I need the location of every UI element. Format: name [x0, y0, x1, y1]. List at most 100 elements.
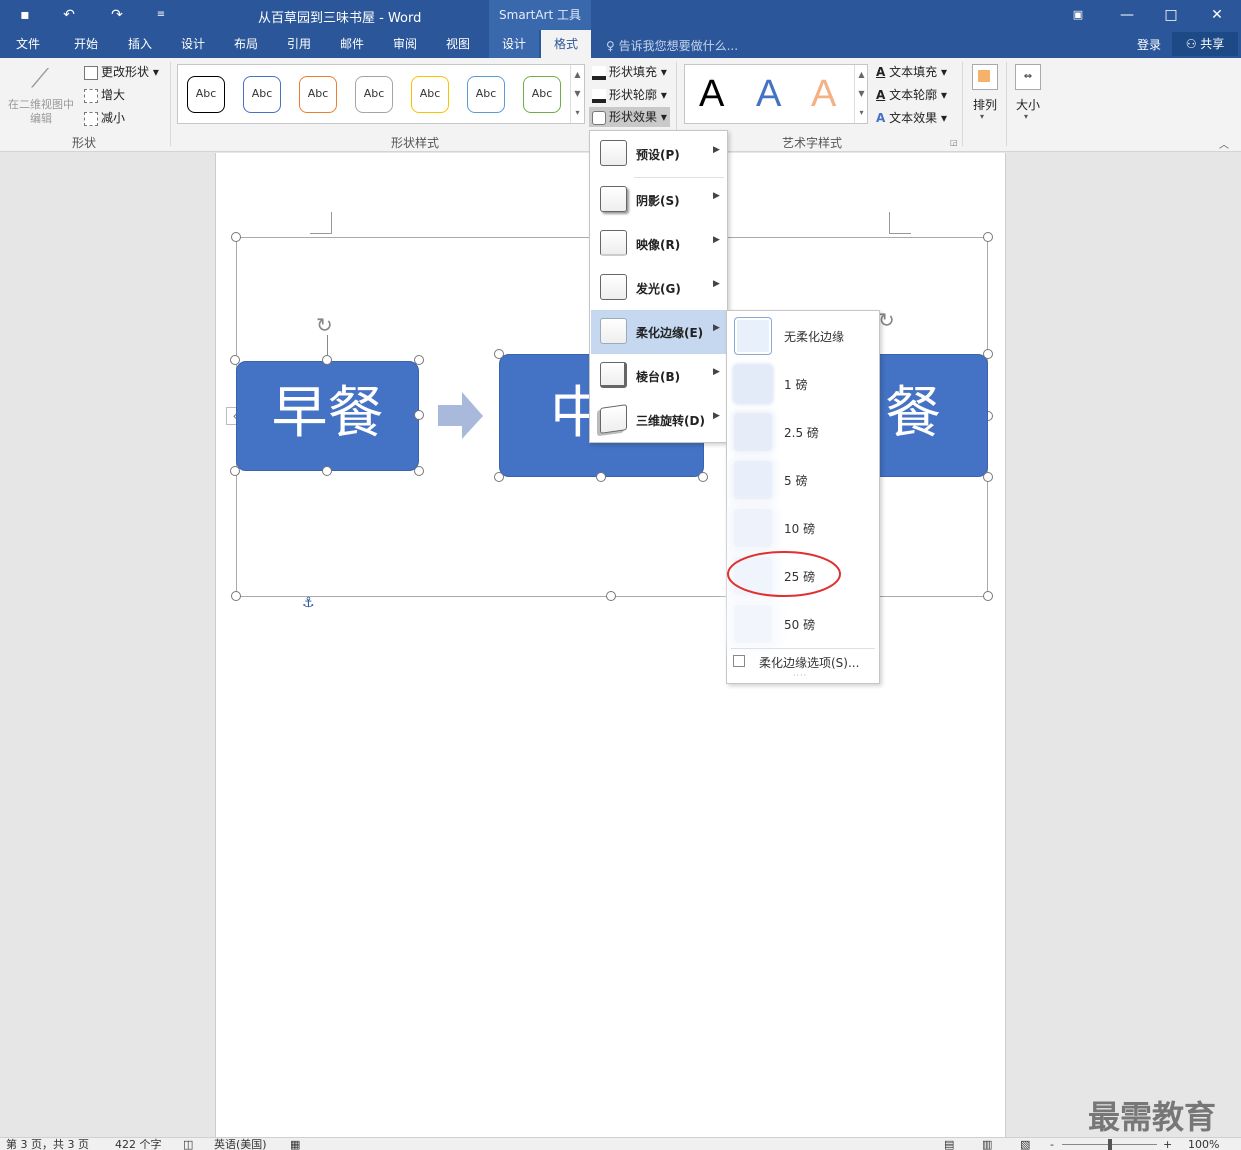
- smaller-button[interactable]: 减小: [84, 108, 125, 128]
- text-outline-button[interactable]: A 文本轮廓 ▾: [876, 85, 947, 105]
- word-count[interactable]: 422 个字: [115, 1138, 162, 1150]
- rotate-handle-icon[interactable]: ↻: [878, 308, 895, 332]
- print-layout-icon[interactable]: ▥: [982, 1138, 992, 1150]
- resize-handle[interactable]: [983, 591, 993, 601]
- wordart-sample[interactable]: A: [756, 73, 781, 116]
- soft-edge-50pt[interactable]: 50 磅: [728, 600, 878, 648]
- tell-me-search[interactable]: ♀ 告诉我您想要做什么...: [606, 37, 738, 54]
- resize-handle[interactable]: [231, 232, 241, 242]
- rotate-handle-icon[interactable]: ↻: [316, 313, 333, 337]
- zoom-slider-thumb[interactable]: [1108, 1139, 1112, 1150]
- scroll-down-icon[interactable]: ▼: [855, 84, 868, 103]
- menu-item-soft-edges[interactable]: 柔化边缘(E) ▶: [591, 310, 727, 354]
- text-effects-button[interactable]: A 文本效果 ▾: [876, 108, 947, 128]
- shape-outline-button[interactable]: 形状轮廓 ▾: [592, 85, 667, 105]
- shape-handle[interactable]: [414, 410, 424, 420]
- tab-review[interactable]: 审阅: [381, 30, 429, 58]
- tab-smartart-design[interactable]: 设计: [489, 30, 539, 58]
- smartart-box-breakfast[interactable]: 早餐: [236, 361, 419, 471]
- tab-view[interactable]: 视图: [434, 30, 482, 58]
- shape-style-swatch[interactable]: Abc: [355, 76, 393, 113]
- shape-handle[interactable]: [322, 466, 332, 476]
- soft-edge-none[interactable]: 无柔化边缘: [728, 312, 878, 360]
- edit-in-2d-button[interactable]: 在二维视图中编辑: [4, 98, 78, 126]
- shape-fill-button[interactable]: 形状填充 ▾: [592, 62, 667, 82]
- proofing-icon[interactable]: ◫: [183, 1138, 193, 1150]
- tab-file[interactable]: 文件: [4, 30, 52, 58]
- shape-handle[interactable]: [983, 472, 993, 482]
- shape-handle[interactable]: [494, 472, 504, 482]
- tab-mailings[interactable]: 邮件: [328, 30, 376, 58]
- shape-handle[interactable]: [230, 466, 240, 476]
- minimize-button[interactable]: —: [1112, 4, 1142, 26]
- dialog-launcher-icon[interactable]: ◲: [950, 138, 958, 147]
- soft-edge-1pt[interactable]: 1 磅: [728, 360, 878, 408]
- wordart-sample[interactable]: A: [699, 73, 724, 116]
- smartart-box-dinner[interactable]: 餐: [878, 354, 988, 477]
- shape-handle[interactable]: [596, 472, 606, 482]
- share-button[interactable]: ⚇ 共享: [1172, 32, 1238, 56]
- maximize-button[interactable]: □: [1156, 4, 1186, 26]
- shape-handle[interactable]: [983, 349, 993, 359]
- menu-item-shadow[interactable]: 阴影(S) ▶: [591, 178, 727, 222]
- shape-handle[interactable]: [322, 355, 332, 365]
- tab-design[interactable]: 设计: [169, 30, 217, 58]
- web-layout-icon[interactable]: ▧: [1020, 1138, 1030, 1150]
- save-icon[interactable]: ▪: [14, 5, 36, 25]
- menu-item-preset[interactable]: 预设(P) ▶: [591, 132, 727, 176]
- resize-handle[interactable]: [983, 232, 993, 242]
- soft-edge-10pt[interactable]: 10 磅: [728, 504, 878, 552]
- scroll-up-icon[interactable]: ▲: [571, 65, 584, 84]
- soft-edge-5pt[interactable]: 5 磅: [728, 456, 878, 504]
- page-count[interactable]: 第 3 页，共 3 页: [6, 1138, 89, 1150]
- shape-handle[interactable]: [414, 466, 424, 476]
- sign-in-link[interactable]: 登录: [1137, 36, 1161, 53]
- undo-icon[interactable]: ↶: [58, 5, 80, 25]
- ribbon-display-options-icon[interactable]: ▣: [1063, 4, 1093, 26]
- wordart-scrollbar[interactable]: ▲ ▼ ▾: [854, 65, 868, 123]
- shape-style-swatch[interactable]: Abc: [523, 76, 561, 113]
- scroll-down-icon[interactable]: ▼: [571, 84, 584, 103]
- tab-insert[interactable]: 插入: [116, 30, 164, 58]
- gallery-scrollbar[interactable]: ▲ ▼ ▾: [570, 65, 584, 123]
- gallery-more-icon[interactable]: ▾: [855, 103, 868, 122]
- arrange-button[interactable]: 排列: [972, 96, 998, 113]
- shape-style-swatch[interactable]: Abc: [187, 76, 225, 113]
- close-button[interactable]: ✕: [1202, 4, 1232, 26]
- tab-references[interactable]: 引用: [275, 30, 323, 58]
- shape-handle[interactable]: [414, 355, 424, 365]
- resize-grip-icon[interactable]: ····: [793, 671, 807, 680]
- language-indicator[interactable]: 英语(美国): [214, 1138, 267, 1150]
- tab-layout[interactable]: 布局: [222, 30, 270, 58]
- change-shape-button[interactable]: 更改形状 ▾: [84, 62, 159, 82]
- shape-handle[interactable]: [494, 349, 504, 359]
- soft-edge-options-link[interactable]: 柔化边缘选项(S)...: [759, 654, 859, 671]
- shape-style-swatch[interactable]: Abc: [299, 76, 337, 113]
- tab-smartart-format[interactable]: 格式: [541, 30, 591, 58]
- collapse-ribbon-icon[interactable]: ︿: [1219, 136, 1229, 151]
- wordart-sample[interactable]: A: [811, 73, 836, 116]
- gallery-more-icon[interactable]: ▾: [571, 103, 584, 122]
- menu-item-bevel[interactable]: 棱台(B) ▶: [591, 354, 727, 398]
- text-fill-button[interactable]: A 文本填充 ▾: [876, 62, 947, 82]
- resize-handle[interactable]: [606, 591, 616, 601]
- shape-style-swatch[interactable]: Abc: [411, 76, 449, 113]
- resize-handle[interactable]: [231, 591, 241, 601]
- shape-handle[interactable]: [698, 472, 708, 482]
- zoom-in-button[interactable]: +: [1163, 1138, 1172, 1150]
- tab-home[interactable]: 开始: [62, 30, 110, 58]
- shape-style-swatch[interactable]: Abc: [243, 76, 281, 113]
- macro-icon[interactable]: ▦: [290, 1138, 300, 1150]
- soft-edge-2-5pt[interactable]: 2.5 磅: [728, 408, 878, 456]
- shape-handle[interactable]: [230, 355, 240, 365]
- larger-button[interactable]: 增大: [84, 85, 125, 105]
- read-mode-icon[interactable]: ▤: [944, 1138, 954, 1150]
- menu-item-3d-rotation[interactable]: 三维旋转(D) ▶: [591, 398, 727, 442]
- zoom-level[interactable]: 100%: [1188, 1138, 1219, 1150]
- shape-style-swatch[interactable]: Abc: [467, 76, 505, 113]
- zoom-out-button[interactable]: -: [1050, 1138, 1054, 1150]
- customize-qat-icon[interactable]: ≡: [150, 5, 172, 25]
- menu-item-reflection[interactable]: 映像(R) ▶: [591, 222, 727, 266]
- menu-item-glow[interactable]: 发光(G) ▶: [591, 266, 727, 310]
- size-button[interactable]: 大小: [1015, 96, 1041, 113]
